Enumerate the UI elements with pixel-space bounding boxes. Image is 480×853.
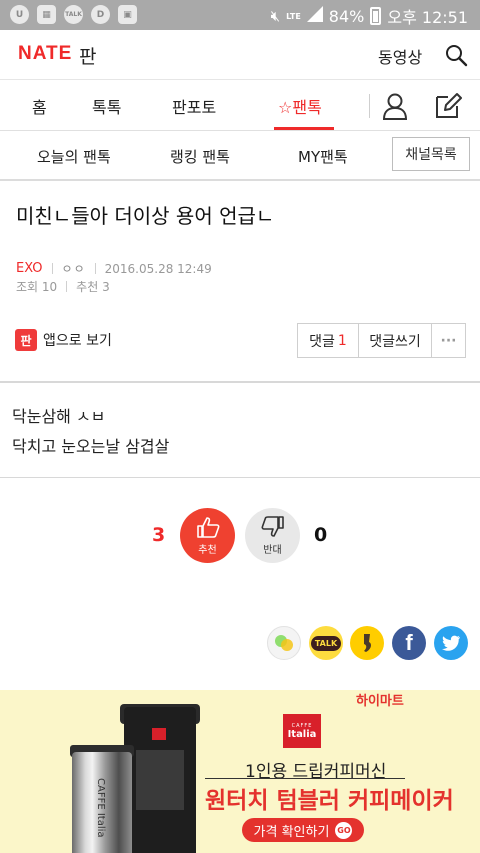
- ad-headline: 원터치 텀블러 커피메이커: [205, 788, 454, 814]
- lte-indicator: LTE: [286, 11, 301, 21]
- post-title: 미친ㄴ들아 더이상 용어 언급ㄴ: [16, 204, 275, 228]
- comments-label: 댓글: [309, 333, 335, 350]
- pann-app-icon: 판: [15, 329, 37, 351]
- battery-icon: [370, 7, 382, 25]
- facebook-icon[interactable]: f: [392, 626, 426, 660]
- check-price-label: 가격 확인하기: [253, 824, 330, 840]
- band-icon[interactable]: [267, 626, 301, 660]
- user-icon[interactable]: [382, 92, 408, 120]
- d-app-icon: D: [91, 5, 110, 24]
- post-stats: 조회 10 추천 3: [16, 278, 110, 295]
- meta-divider: [51, 263, 53, 274]
- coffee-machine-badge: [152, 728, 166, 740]
- post-body-line: 닥치고 눈오는날 삼겹살: [12, 437, 170, 456]
- meta-divider: [66, 281, 68, 292]
- write-comment-button[interactable]: 댓글쓰기: [359, 324, 432, 357]
- channel-list-button[interactable]: 채널목록: [392, 137, 470, 171]
- open-in-app-link[interactable]: 판 앱으로 보기: [15, 329, 112, 351]
- caffe-italia-logo: CAFFE Italia: [283, 714, 321, 748]
- gallery-icon: ▣: [118, 5, 137, 24]
- tab-fantok[interactable]: ☆팬톡: [278, 94, 322, 118]
- u-app-icon: U: [10, 5, 29, 24]
- tumbler-print: CAFFE Italia: [95, 778, 106, 838]
- system-status: 🔇︎ LTE 84% 오후 12:51: [271, 4, 468, 28]
- upvote-label: 추천: [198, 544, 217, 556]
- post-date: 2016.05.28 12:49: [104, 261, 212, 276]
- ad-divider: [205, 778, 405, 779]
- tab-ranking-fantok[interactable]: 랭킹 팬톡: [170, 146, 230, 167]
- content-divider: [0, 477, 480, 478]
- tab-toktok[interactable]: 톡톡: [92, 94, 121, 118]
- kakaotalk-icon[interactable]: TALK: [309, 626, 343, 660]
- kakaostory-icon[interactable]: [350, 626, 384, 660]
- notification-icons: U ▦ TALK D ▣: [10, 5, 137, 24]
- view-count: 조회 10: [16, 280, 58, 294]
- battery-percent: 84%: [328, 6, 365, 26]
- recommend-count: 추천 3: [76, 280, 110, 294]
- coffee-machine-window: [136, 750, 184, 810]
- active-tab-indicator: [274, 127, 334, 130]
- search-icon[interactable]: [444, 43, 468, 67]
- meta-divider: [94, 263, 96, 274]
- kakaotalk-label: TALK: [310, 635, 342, 651]
- open-in-app-label: 앱으로 보기: [43, 333, 112, 349]
- tab-panphoto[interactable]: 판포토: [172, 94, 216, 118]
- status-bar: U ▦ TALK D ▣ 🔇︎ LTE 84% 오후 12:51: [0, 0, 480, 30]
- app-header: NATE 판 동영상: [0, 30, 480, 80]
- ad-brand: 하이마트: [356, 694, 404, 709]
- post-meta: EXO ㅇㅇ 2016.05.28 12:49: [16, 260, 212, 277]
- ad-banner[interactable]: 하이마트 CAFFE Italia CAFFE Italia 1인용 드립커피머…: [0, 690, 480, 853]
- go-icon: GO: [335, 821, 353, 839]
- thumbs-down-icon: [261, 515, 285, 541]
- check-price-button[interactable]: 가격 확인하기 GO: [242, 818, 364, 842]
- comments-count: 1: [337, 332, 347, 349]
- talk-icon: TALK: [64, 5, 83, 24]
- clock: 오후 12:51: [387, 8, 468, 27]
- signal-icon: [306, 6, 323, 26]
- downvote-label: 반대: [263, 544, 282, 556]
- twitter-icon[interactable]: [434, 626, 468, 660]
- photo-icon: ▦: [37, 5, 56, 24]
- section-title[interactable]: 판: [79, 42, 96, 69]
- content-divider: [0, 381, 480, 383]
- author-name: ㅇㅇ: [61, 262, 86, 276]
- post-body-line: 닥눈삼해 ㅅㅂ: [12, 407, 106, 426]
- tab-home[interactable]: 홈: [32, 94, 47, 118]
- nav-divider: [369, 94, 370, 118]
- channel-link[interactable]: EXO: [16, 261, 43, 276]
- tab-today-fantok[interactable]: 오늘의 팬톡: [37, 146, 111, 167]
- nate-logo[interactable]: NATE: [18, 43, 72, 65]
- sub-nav: 오늘의 팬톡 랭킹 팬톡 MY팬톡 채널목록: [0, 131, 480, 181]
- thumbs-up-icon: [196, 516, 220, 541]
- video-link[interactable]: 동영상: [378, 44, 422, 68]
- comments-button[interactable]: 댓글 1: [298, 324, 359, 357]
- upvote-count: 3: [152, 524, 166, 546]
- mute-icon: 🔇︎: [270, 7, 281, 25]
- tab-my-fantok[interactable]: MY팬톡: [298, 146, 348, 167]
- comment-actions: 댓글 1 댓글쓰기 ···: [297, 323, 466, 358]
- downvote-count: 0: [314, 524, 328, 546]
- main-nav: 홈 톡톡 판포토 ☆팬톡: [0, 80, 480, 131]
- write-icon[interactable]: [434, 92, 462, 120]
- upvote-button[interactable]: 추천: [180, 508, 235, 563]
- more-button[interactable]: ···: [432, 324, 465, 357]
- downvote-button[interactable]: 반대: [245, 508, 300, 563]
